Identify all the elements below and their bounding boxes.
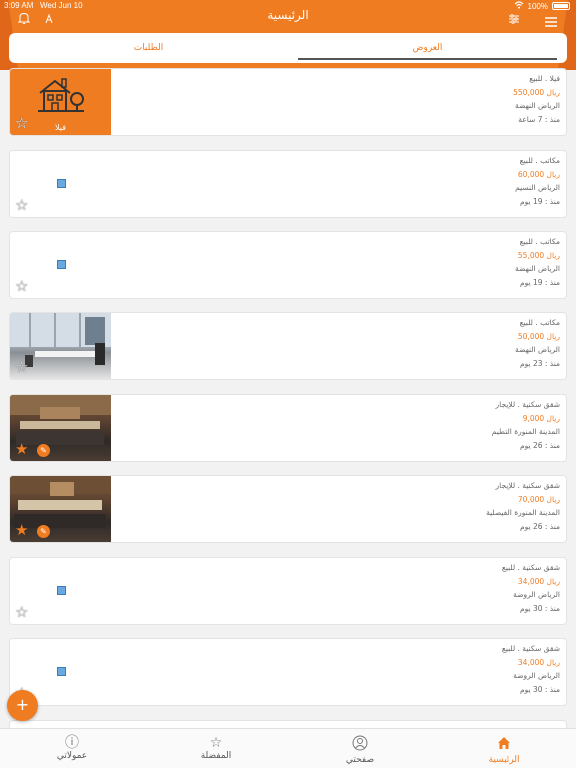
listing-card[interactable]: ☆ شقق سكنية . للبيع 34,000 ريال الرياض ا…: [9, 557, 567, 625]
nav-profile-label: صفحتي: [345, 755, 375, 765]
listing-kind: شقق سكنية . للبيع: [501, 644, 560, 653]
listing-age: منذ : 23 يوم: [519, 358, 560, 368]
listing-card[interactable]: فيلا ☆ فيلا . للبيع 550,000 ريال الرياض …: [9, 68, 567, 136]
broken-image-icon: [57, 260, 66, 269]
favorite-star-icon[interactable]: ★: [15, 523, 28, 538]
listing-info: شقق سكنية . للإيجار 70,000 ريال المدينة …: [120, 476, 560, 533]
info-icon: ⓘ: [65, 735, 79, 751]
listing-info: شقق سكنية . للبيع 34,000 ريال الرياض الر…: [120, 639, 560, 696]
favorite-star-icon[interactable]: ☆: [15, 116, 28, 131]
listing-price: 550,000 ريال: [513, 87, 560, 97]
listing-age: منذ : 30 يوم: [519, 603, 560, 613]
listing-kind: مكاتب . للبيع: [519, 318, 560, 327]
listing-location: الرياض النهضة: [515, 345, 560, 354]
listing-kind: شقق سكنية . للإيجار: [495, 481, 560, 490]
listing-card[interactable]: ☆ مكاتب . للبيع 60,000 ريال الرياض النسي…: [9, 150, 567, 218]
listing-kind: شقق سكنية . للإيجار: [495, 400, 560, 409]
home-icon: [432, 735, 576, 755]
listing-age: منذ : 19 يوم: [519, 196, 560, 206]
listing-location: الرياض الروضة: [513, 590, 560, 599]
filter-icon[interactable]: [508, 9, 520, 28]
favorite-star-icon[interactable]: ★: [15, 442, 28, 457]
listing-card[interactable]: ★ ✎ شقق سكنية . للإيجار 9,000 ريال المدي…: [9, 394, 567, 462]
listings-list[interactable]: فيلا ☆ فيلا . للبيع 550,000 ريال الرياض …: [0, 68, 576, 728]
listing-price: 70,000 ريال: [517, 494, 560, 504]
page-title: الرئيسية: [267, 8, 309, 22]
listing-location: المدينة المنورة التطيم: [491, 427, 560, 436]
listing-location: الرياض النهضة: [515, 264, 560, 273]
listing-price: 60,000 ريال: [517, 169, 560, 179]
favorite-star-icon[interactable]: ☆: [15, 605, 28, 620]
listing-image: ★ ✎: [10, 395, 111, 461]
listing-kind: مكاتب . للبيع: [519, 237, 560, 246]
listing-age: منذ : 26 يوم: [519, 440, 560, 450]
listing-location: الرياض الروضة: [513, 671, 560, 680]
favorite-star-icon[interactable]: ☆: [15, 360, 28, 375]
edit-pencil-icon[interactable]: ✎: [37, 444, 50, 457]
nav-commissions-label: عمولاتي: [56, 751, 88, 761]
listing-image: ☆: [10, 232, 111, 298]
broken-image-icon: [57, 667, 66, 676]
listing-image: ☆: [10, 151, 111, 217]
tab-requests[interactable]: الطلبات: [9, 33, 288, 63]
nav-favorites[interactable]: ☆ المفضلة: [144, 729, 288, 768]
listing-location: المدينة المنورة الفيصلية: [486, 508, 560, 517]
listing-kind: مكاتب . للبيع: [519, 156, 560, 165]
listing-kind: شقق سكنية . للبيع: [501, 563, 560, 572]
nav-home[interactable]: الرئيسية: [432, 729, 576, 768]
listing-card[interactable]: ☆ مكاتب . للبيع 50,000 ريال الرياض النهض…: [9, 312, 567, 380]
listing-card-partial[interactable]: [9, 720, 567, 728]
listing-card[interactable]: ☆ مكاتب . للبيع 55,000 ريال الرياض النهض…: [9, 231, 567, 299]
listing-image: ☆: [10, 313, 111, 379]
listing-info: مكاتب . للبيع 55,000 ريال الرياض النهضة …: [120, 232, 560, 289]
listing-location: الرياض النسيم: [515, 183, 560, 192]
listing-price: 34,000 ريال: [517, 576, 560, 586]
listing-price: 34,000 ريال: [517, 657, 560, 667]
tab-bar: الطلبات العروض: [9, 33, 567, 63]
listing-info: مكاتب . للبيع 60,000 ريال الرياض النسيم …: [120, 151, 560, 208]
listing-price: 9,000 ريال: [522, 413, 560, 423]
listing-price: 55,000 ريال: [517, 250, 560, 260]
listing-location: الرياض النهضة: [515, 101, 560, 110]
listing-image: ★ ✎: [10, 476, 111, 542]
listing-price: 50,000 ريال: [517, 331, 560, 341]
listing-card[interactable]: ☆ شقق سكنية . للبيع 34,000 ريال الرياض ا…: [9, 638, 567, 706]
broken-image-icon: [57, 179, 66, 188]
nav-profile[interactable]: صفحتي: [288, 729, 432, 768]
listing-image: فيلا ☆: [10, 69, 111, 135]
user-icon: [288, 735, 432, 755]
listing-info: مكاتب . للبيع 50,000 ريال الرياض النهضة …: [120, 313, 560, 370]
listing-age: منذ : 19 يوم: [519, 277, 560, 287]
menu-icon[interactable]: [545, 12, 557, 31]
listing-age: منذ : 26 يوم: [519, 521, 560, 531]
broken-image-icon: [57, 586, 66, 595]
listing-card[interactable]: ★ ✎ شقق سكنية . للإيجار 70,000 ريال المد…: [9, 475, 567, 543]
listing-image: ☆: [10, 558, 111, 624]
listing-info: شقق سكنية . للإيجار 9,000 ريال المدينة ا…: [120, 395, 560, 452]
nav-favorites-label: المفضلة: [200, 751, 232, 761]
top-header: 3:09 AM Wed Jun 10 100% الرئيسية الطلبات…: [0, 0, 576, 70]
add-listing-button[interactable]: +: [7, 690, 38, 721]
listing-age: منذ : 30 يوم: [519, 684, 560, 694]
listing-age: منذ : 7 ساعة: [518, 114, 560, 124]
nav-home-label: الرئيسية: [488, 755, 520, 765]
listing-info: فيلا . للبيع 550,000 ريال الرياض النهضة …: [120, 69, 560, 126]
favorite-star-icon[interactable]: ☆: [15, 198, 28, 213]
bottom-nav: ⓘ عمولاتي ☆ المفضلة صفحتي الرئيسية: [0, 728, 576, 768]
listing-info: شقق سكنية . للبيع 34,000 ريال الرياض الر…: [120, 558, 560, 615]
tab-offers[interactable]: العروض: [288, 33, 567, 63]
villa-house-icon: [36, 75, 86, 121]
listing-kind: فيلا . للبيع: [529, 74, 560, 83]
edit-pencil-icon[interactable]: ✎: [37, 525, 50, 538]
favorite-star-icon[interactable]: ☆: [15, 279, 28, 294]
nav-commissions[interactable]: ⓘ عمولاتي: [0, 729, 144, 768]
star-icon: ☆: [209, 735, 223, 751]
